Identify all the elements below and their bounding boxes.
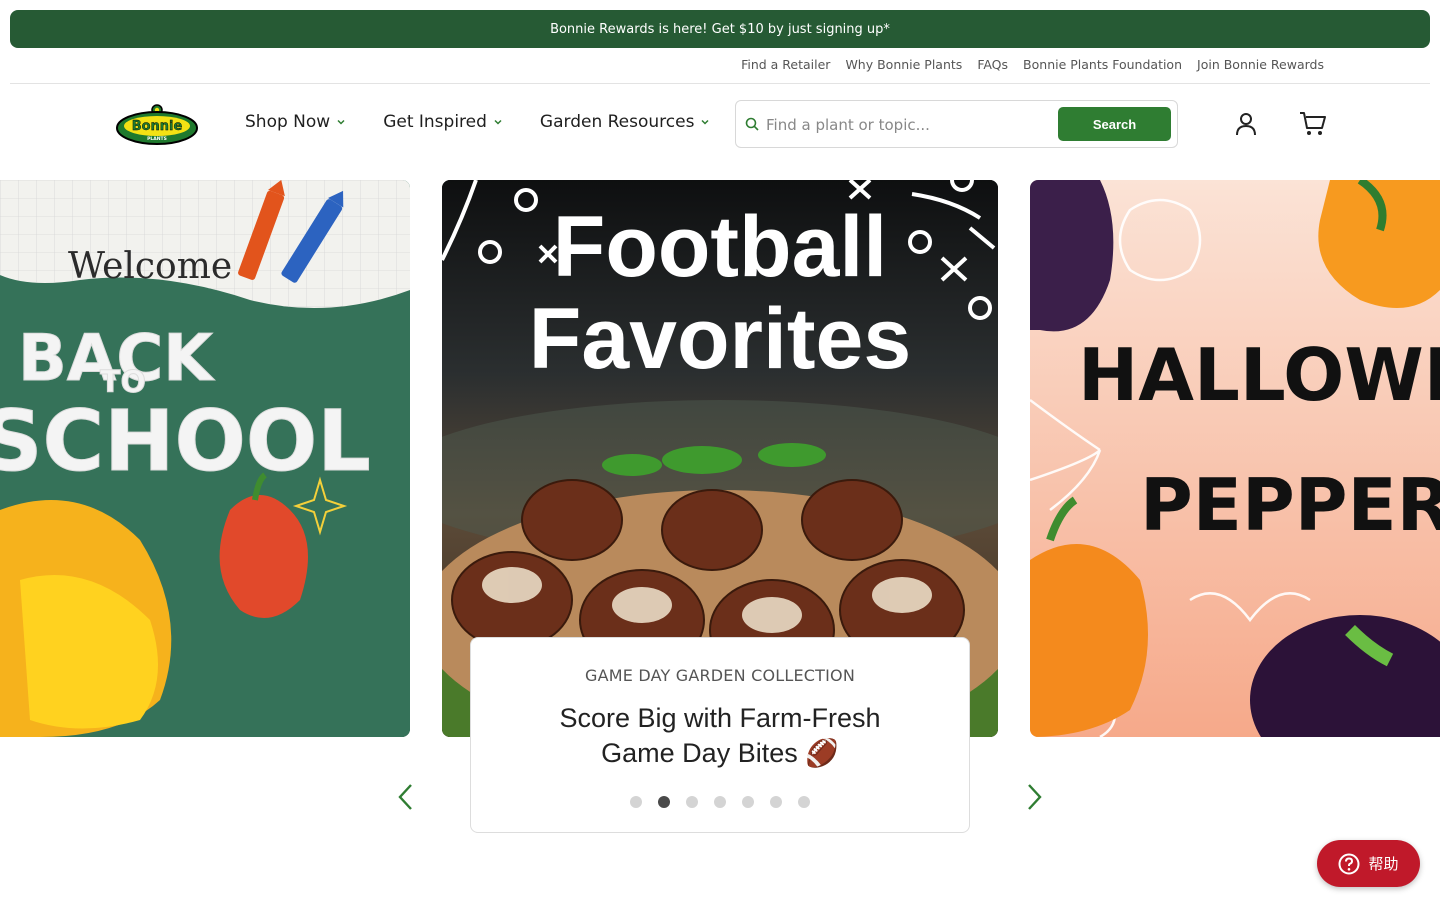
back-to-school-image: Welcome BACK TO SCHOOL	[0, 180, 410, 737]
search-input[interactable]	[766, 111, 1056, 139]
nav-get-inspired[interactable]: Get Inspired	[383, 112, 502, 132]
carousel-pagination	[471, 796, 969, 808]
promo-text: Bonnie Rewards is here! Get $10 by just …	[550, 21, 890, 37]
carousel-caption-card[interactable]: GAME DAY GARDEN COLLECTION Score Big wit…	[470, 637, 970, 833]
logo-word: Bonnie	[132, 119, 183, 134]
carousel-dot[interactable]	[798, 796, 810, 808]
halloween-peppers-image: HALLOWEEN PEPPERS	[1030, 180, 1440, 737]
caption-eyebrow: GAME DAY GARDEN COLLECTION	[584, 666, 856, 685]
nav-shop-now[interactable]: Shop Now	[245, 112, 345, 132]
slide-text-peppers: PEPPERS	[1140, 463, 1440, 547]
utility-link-join-rewards[interactable]: Join Bonnie Rewards	[1197, 57, 1324, 72]
main-nav: Shop Now Get Inspired Garden Resources	[245, 112, 747, 132]
nav-shop-now-label: Shop Now	[245, 112, 331, 132]
promo-banner[interactable]: Bonnie Rewards is here! Get $10 by just …	[10, 10, 1430, 48]
utility-link-find-retailer[interactable]: Find a Retailer	[741, 57, 830, 72]
nav-garden-resources[interactable]: Garden Resources	[540, 112, 710, 132]
carousel-dot[interactable]	[658, 796, 670, 808]
slide-text-school: SCHOOL	[0, 392, 371, 490]
carousel-prev-arrow-icon[interactable]	[396, 782, 416, 812]
chevron-down-icon	[494, 119, 502, 125]
nav-garden-resources-label: Garden Resources	[539, 112, 695, 132]
carousel-slide-halloween-peppers[interactable]: HALLOWEEN PEPPERS	[1030, 180, 1440, 737]
slide-text-football: Football	[553, 199, 887, 295]
carousel-dot[interactable]	[714, 796, 726, 808]
carousel-dot[interactable]	[742, 796, 754, 808]
utility-nav: Find a Retailer Why Bonnie Plants FAQs B…	[10, 48, 1430, 84]
slide-text-halloween: HALLOWEEN	[1078, 333, 1440, 417]
caption-headline[interactable]: Score Big with Farm-Fresh Game Day Bites…	[520, 701, 920, 771]
slide-text-favorites: Favorites	[529, 291, 911, 387]
carousel-next-arrow-icon[interactable]	[1024, 782, 1044, 812]
nav-get-inspired-label: Get Inspired	[383, 112, 487, 132]
search-icon	[745, 117, 759, 131]
utility-link-why-bonnie[interactable]: Why Bonnie Plants	[845, 57, 962, 72]
chevron-down-icon	[337, 119, 345, 125]
account-icon[interactable]	[1234, 111, 1258, 137]
utility-link-faqs[interactable]: FAQs	[977, 57, 1008, 72]
carousel-dot[interactable]	[686, 796, 698, 808]
slide-text-welcome: Welcome	[68, 246, 232, 287]
cart-icon[interactable]	[1299, 111, 1327, 137]
carousel-dot[interactable]	[630, 796, 642, 808]
help-label: 帮助	[1368, 855, 1399, 873]
carousel-dot[interactable]	[770, 796, 782, 808]
bonnie-plants-logo[interactable]: Bonnie PLANTS	[115, 104, 199, 146]
carousel-slide-back-to-school[interactable]: Welcome BACK TO SCHOOL	[0, 180, 410, 737]
help-question-icon	[1338, 853, 1360, 874]
logo-sub: PLANTS	[147, 136, 167, 142]
search-bar: Search	[735, 100, 1178, 148]
main-header: Bonnie PLANTS Shop Now Get Inspired Gard…	[0, 84, 1440, 164]
chevron-down-icon	[701, 119, 709, 125]
utility-link-foundation[interactable]: Bonnie Plants Foundation	[1023, 57, 1182, 72]
help-button[interactable]: 帮助	[1317, 840, 1420, 887]
search-button[interactable]: Search	[1058, 107, 1171, 141]
